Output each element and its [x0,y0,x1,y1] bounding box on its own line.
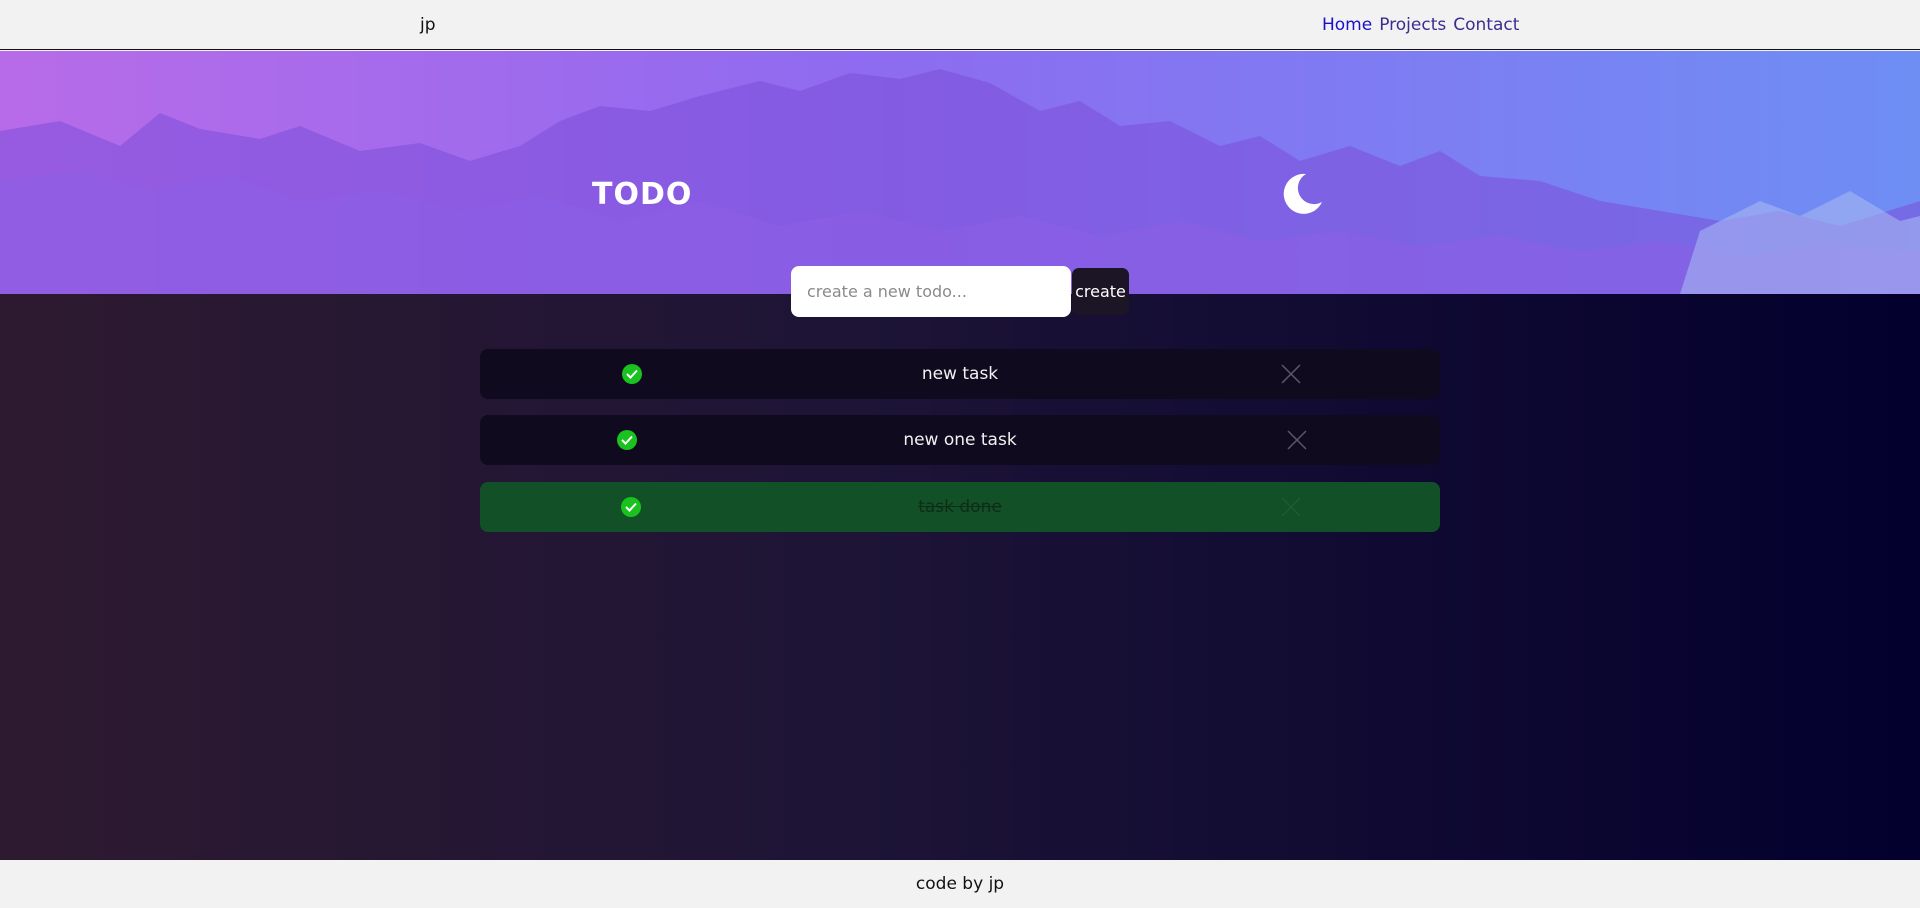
nav-links: Home Projects Contact [1322,15,1519,35]
create-todo-form: create [791,266,1129,317]
moon-icon[interactable] [1278,170,1326,218]
app-title: TODO [592,177,693,212]
brand-logo[interactable]: jp [420,15,436,35]
hero-banner: TODO [0,51,1920,294]
footer-credit: code by jp [915,874,1005,894]
mountain-background [0,69,1920,294]
nav-link-projects[interactable]: Projects [1379,15,1446,35]
nav-link-contact[interactable]: Contact [1453,15,1519,35]
new-todo-input[interactable] [791,266,1071,317]
close-icon[interactable] [1287,430,1307,450]
todo-item[interactable]: new task [480,349,1440,399]
create-button[interactable]: create [1072,268,1129,315]
footer: code by jp [0,860,1920,908]
close-icon[interactable] [1281,364,1301,384]
todo-item[interactable]: task done [480,482,1440,532]
close-icon[interactable] [1281,497,1301,517]
top-nav: jp Home Projects Contact [0,0,1920,50]
todo-item[interactable]: new one task [480,415,1440,465]
nav-link-home[interactable]: Home [1322,15,1372,35]
